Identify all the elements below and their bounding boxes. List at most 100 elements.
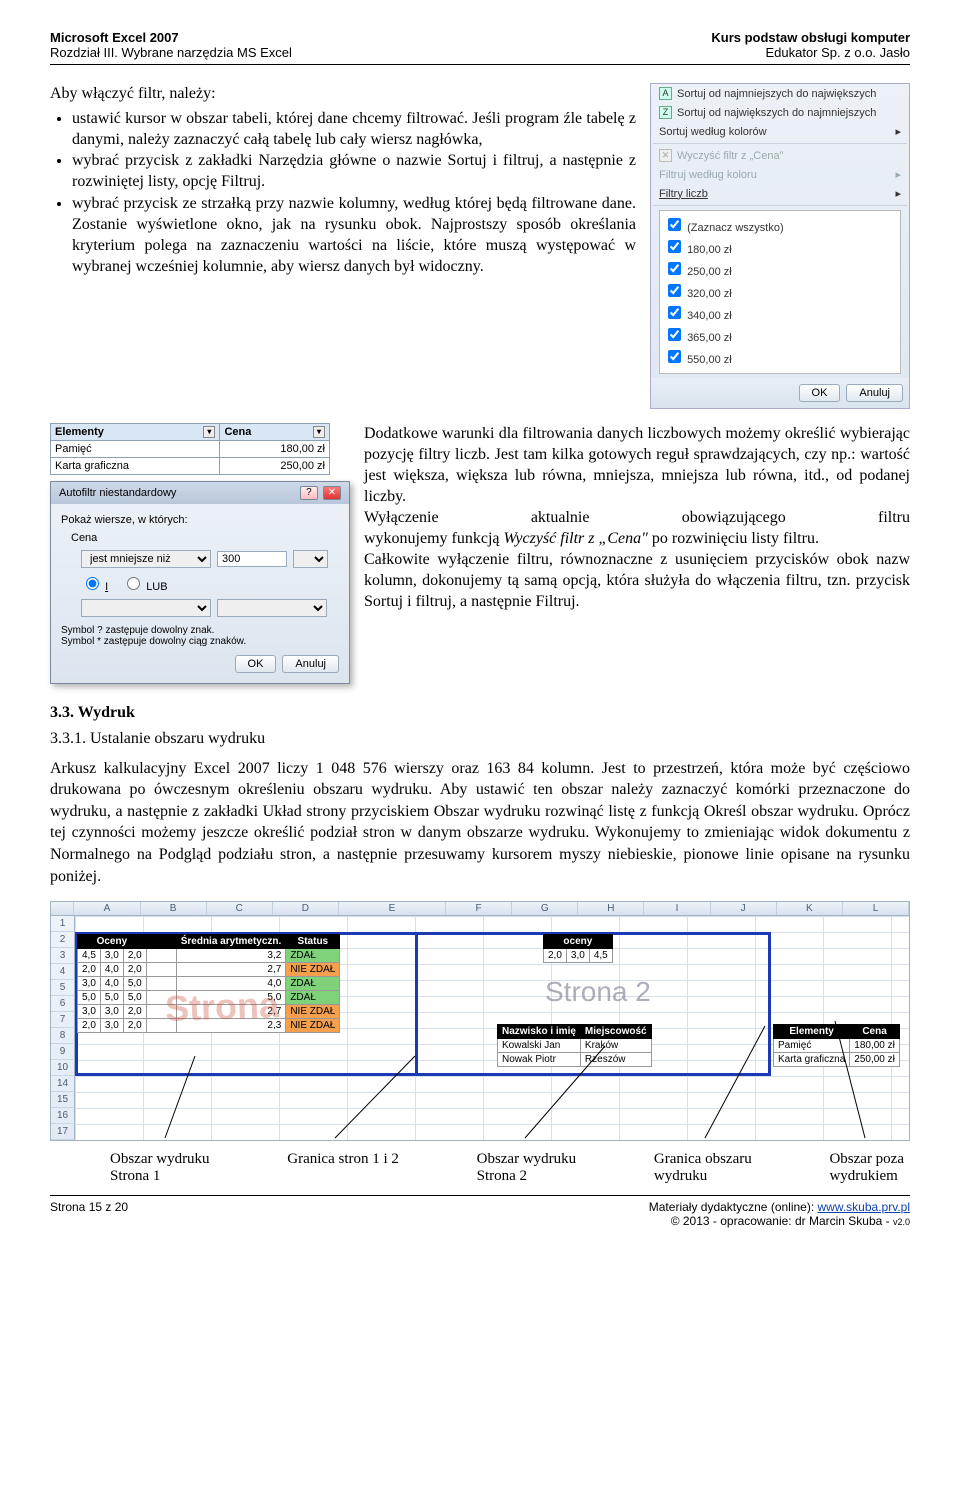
col-header: K: [777, 902, 843, 915]
table-row: Pamięć180,00 zł: [51, 440, 330, 457]
col-header: E: [339, 902, 446, 915]
intro-bullet-3: wybrać przycisk ze strzałką przy nazwie …: [72, 193, 636, 277]
dialog-value-input[interactable]: [217, 551, 287, 567]
table-row: 2,03,04,5: [544, 949, 613, 963]
col-header: D: [273, 902, 339, 915]
sort-by-color-item[interactable]: Sortuj według kolorów ▸: [651, 122, 909, 141]
clear-filter-item[interactable]: ✕ Wyczyść filtr z „Cena": [651, 146, 909, 165]
dialog-prompt: Pokaż wiersze, w których:: [61, 514, 339, 526]
table-row: 2,04,02,02,7NIE ZDAŁ: [78, 963, 340, 977]
elements-outside-table: ElementyCena Pamięć180,00 zł Karta grafi…: [773, 1024, 900, 1067]
sort-desc-label: Sortuj od największych do najmniejszych: [677, 107, 876, 119]
para3: Arkusz kalkulacyjny Excel 2007 liczy 1 0…: [50, 758, 910, 888]
paragraph-block-2: Dodatkowe warunki dla filtrowania danych…: [364, 423, 910, 684]
col-header: G: [512, 902, 578, 915]
filter-chk-v3[interactable]: 320,00 zł: [664, 281, 896, 303]
row-header: 2: [51, 932, 75, 948]
number-filters-item[interactable]: Filtry liczb ▸: [651, 184, 909, 203]
sort-asc-item[interactable]: A Sortuj od najmniejszych do największyc…: [651, 84, 909, 103]
col-header: C: [207, 902, 273, 915]
dialog-operator-select[interactable]: jest mniejsze niż: [81, 550, 211, 568]
dropdown-icon[interactable]: ▾: [313, 426, 325, 438]
page-break-line[interactable]: [415, 932, 418, 1076]
row-header: 8: [51, 1028, 75, 1044]
sort-asc-icon: A: [659, 87, 672, 100]
header-rule: [50, 64, 910, 65]
oceny2-table: oceny 2,03,04,5: [543, 934, 613, 963]
doc-header-row2: Rozdział III. Wybrane narzędzia MS Excel…: [50, 45, 910, 60]
oceny-table: Oceny Średnia arytmetyczn. Status 4,53,0…: [77, 934, 340, 1033]
col-header: A: [74, 902, 140, 915]
sort-color-label: Sortuj według kolorów: [659, 126, 767, 138]
col-header: I: [644, 902, 710, 915]
filter-ok-button[interactable]: OK: [799, 384, 841, 402]
row-header: 15: [51, 1092, 75, 1108]
dialog-field-name: Cena: [71, 532, 339, 544]
table-row: 3,04,05,04,0ZDAŁ: [78, 977, 340, 991]
col-header: [146, 935, 176, 949]
filter-chk-v1[interactable]: 180,00 zł: [664, 237, 896, 259]
filter-by-color-item[interactable]: Filtruj według koloru ▸: [651, 165, 909, 184]
dialog-close-button[interactable]: ✕: [323, 486, 341, 500]
col-header: oceny: [544, 935, 613, 949]
col-header: Nazwisko i imię: [498, 1025, 581, 1039]
table-row: 2,03,02,02,3NIE ZDAŁ: [78, 1019, 340, 1033]
elements-table: Elementy▾ Cena▾ Pamięć180,00 zł Karta gr…: [50, 423, 330, 475]
dropdown-icon[interactable]: ▾: [203, 426, 215, 438]
col-header: Średnia arytmetyczn.: [176, 935, 286, 949]
dialog-radio-and[interactable]: I: [81, 574, 108, 593]
footer-link[interactable]: www.skuba.prv.pl: [818, 1200, 910, 1214]
dialog-value2-select[interactable]: [293, 550, 328, 568]
intro-lead: Aby włączyć filtr, należy:: [50, 85, 216, 102]
dialog-ok-button[interactable]: OK: [235, 655, 277, 673]
table-row: 3,03,02,02,7NIE ZDAŁ: [78, 1005, 340, 1019]
filter-color-label: Filtruj według koloru: [659, 169, 757, 181]
filter-chk-v6[interactable]: 550,00 zł: [664, 347, 896, 369]
dialog-help-button[interactable]: ?: [300, 486, 318, 500]
footer-page: Strona 15 z 20: [50, 1200, 128, 1214]
row-header: 5: [51, 980, 75, 996]
row-header: 7: [51, 1012, 75, 1028]
filter-chk-v2[interactable]: 250,00 zł: [664, 259, 896, 281]
col-header: Cena: [850, 1025, 900, 1039]
col-header: Oceny: [78, 935, 147, 949]
filter-chk-v5[interactable]: 365,00 zł: [664, 325, 896, 347]
para2-p2: Wyłączenie aktualnie obowiązującego filt…: [364, 507, 910, 528]
filter-chk-all[interactable]: (Zaznacz wszystko): [664, 215, 896, 237]
col-header: Miejscowość: [580, 1025, 651, 1039]
table-row: Karta graficzna250,00 zł: [774, 1053, 900, 1067]
clear-filter-icon: ✕: [659, 149, 672, 162]
para2-p3: Całkowite wyłączenie filtru, równoznaczn…: [364, 549, 910, 612]
row-header: 14: [51, 1076, 75, 1092]
table-row: Kowalski JanKraków: [498, 1039, 652, 1053]
filter-cancel-button[interactable]: Anuluj: [846, 384, 903, 402]
table-row: Nowak PiotrRzeszów: [498, 1053, 652, 1067]
filter-values-list: (Zaznacz wszystko) 180,00 zł 250,00 zł 3…: [659, 210, 901, 374]
header-right-1: Kurs podstaw obsługi komputer: [711, 30, 910, 45]
dialog-value3-select[interactable]: [217, 599, 327, 617]
elements-table-header-name: Elementy▾: [51, 423, 220, 440]
clear-filter-label: Wyczyść filtr z „Cena": [677, 150, 783, 162]
sort-desc-item[interactable]: Z Sortuj od największych do najmniejszyc…: [651, 103, 909, 122]
section-3-3-1-heading: 3.3.1. Ustalanie obszaru wydruku: [50, 730, 910, 748]
intro-bullet-2: wybrać przycisk z zakładki Narzędzia głó…: [72, 150, 636, 192]
dialog-radio-or[interactable]: LUB: [122, 574, 167, 593]
row-header: 16: [51, 1108, 75, 1124]
dialog-operator2-select[interactable]: [81, 599, 211, 617]
row-header: 6: [51, 996, 75, 1012]
filter-chk-v4[interactable]: 340,00 zł: [664, 303, 896, 325]
dialog-hint-1: Symbol ? zastępuje dowolny znak.: [61, 625, 339, 636]
custom-autofilter-dialog: Autofiltr niestandardowy ? ✕ Pokaż wiers…: [50, 481, 350, 684]
footer-materials: Materiały dydaktyczne (online): www.skub…: [649, 1200, 910, 1214]
header-left-1: Microsoft Excel 2007: [50, 30, 179, 45]
doc-footer-row2: © 2013 - opracowanie: dr Marcin Skuba - …: [50, 1214, 910, 1228]
filter-dropdown-panel: A Sortuj od najmniejszych do największyc…: [650, 83, 910, 409]
table-row: 5,05,05,05,0ZDAŁ: [78, 991, 340, 1005]
dialog-cancel-button[interactable]: Anuluj: [282, 655, 339, 673]
col-header: J: [711, 902, 777, 915]
col-header: B: [141, 902, 207, 915]
row-header: 4: [51, 964, 75, 980]
dialog-title: Autofiltr niestandardowy: [59, 487, 176, 499]
para2-p1: Dodatkowe warunki dla filtrowania danych…: [364, 423, 910, 507]
row-header: 17: [51, 1124, 75, 1140]
